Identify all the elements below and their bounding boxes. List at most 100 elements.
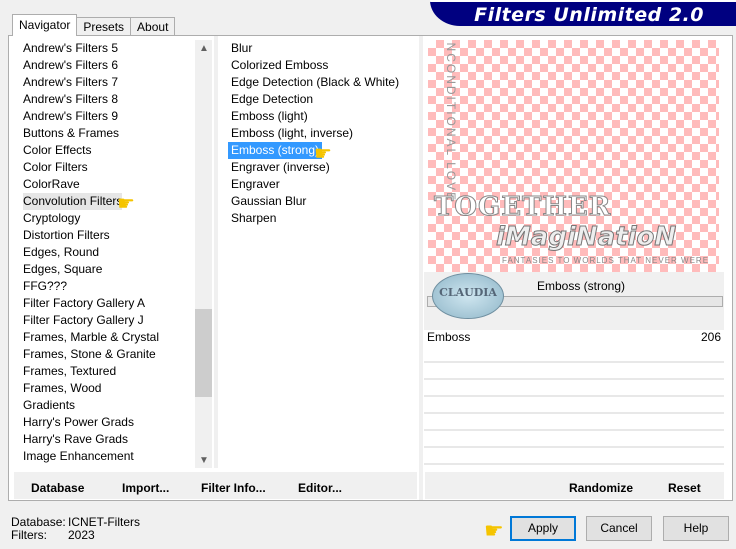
list-item-label: Sharpen xyxy=(231,211,277,225)
import-button[interactable]: Import... xyxy=(122,481,169,495)
list-item-label: Frames, Textured xyxy=(23,364,117,378)
list-item-label: Andrew's Filters 8 xyxy=(23,92,118,106)
app-title-banner: Filters Unlimited 2.0 xyxy=(430,0,736,26)
list-item[interactable]: Emboss (light) xyxy=(226,108,416,125)
list-item[interactable]: Blur xyxy=(226,40,416,57)
help-button[interactable]: Help xyxy=(663,516,729,541)
list-item[interactable]: Gaussian Blur xyxy=(226,193,416,210)
category-list[interactable]: Andrew's Filters 5 Andrew's Filters 6 Andr… xyxy=(9,40,194,468)
list-item[interactable]: Frames, Stone & Granite xyxy=(9,346,194,363)
list-item-label: Andrew's Filters 5 xyxy=(23,41,118,55)
list-item[interactable]: FFG??? xyxy=(9,278,194,295)
status-label: Filters: xyxy=(11,528,47,542)
list-item-label: Frames, Wood xyxy=(23,381,102,395)
status-filters: Filters: 2023 xyxy=(11,528,95,542)
list-item-label: Colorized Emboss xyxy=(231,58,329,72)
list-item-label: Gaussian Blur xyxy=(231,194,307,208)
list-item[interactable]: Frames, Marble & Crystal xyxy=(9,329,194,346)
list-item[interactable]: Distortion Filters xyxy=(9,227,194,244)
list-item[interactable]: Andrew's Filters 5 xyxy=(9,40,194,57)
list-item[interactable]: Cryptology xyxy=(9,210,194,227)
list-item[interactable]: Andrew's Filters 8 xyxy=(9,91,194,108)
list-item[interactable]: Edges, Round xyxy=(9,244,194,261)
list-item-label: Image Enhancement xyxy=(23,449,134,463)
list-item-label: Color Effects xyxy=(23,143,92,157)
randomize-button[interactable]: Randomize xyxy=(569,481,633,495)
list-item-label: Andrew's Filters 9 xyxy=(23,109,118,123)
list-item[interactable]: Emboss (light, inverse) xyxy=(226,125,416,142)
list-item-label: Edge Detection xyxy=(231,92,314,106)
list-item[interactable]: Edges, Square xyxy=(9,261,194,278)
selected-filter-name: Emboss (strong) xyxy=(537,279,626,293)
reset-button[interactable]: Reset xyxy=(668,481,701,495)
list-item[interactable]: Buttons & Frames xyxy=(9,125,194,142)
list-item[interactable]: Andrew's Filters 9 xyxy=(9,108,194,125)
tab-navigator[interactable]: Navigator xyxy=(12,14,78,36)
category-scrollbar[interactable]: ▲ ▼ xyxy=(195,40,212,468)
watermark-logo: CLAUDIA xyxy=(432,273,504,319)
list-item[interactable]: Color Filters xyxy=(9,159,194,176)
list-item[interactable]: Frames, Wood xyxy=(9,380,194,397)
preview-text: iMagiNatioN xyxy=(495,222,677,253)
cancel-button[interactable]: Cancel xyxy=(586,516,652,541)
list-item-label: FFG??? xyxy=(23,279,68,293)
list-item[interactable]: Filter Factory Gallery J xyxy=(9,312,194,329)
chevron-down-icon[interactable]: ▼ xyxy=(199,455,209,466)
status-value: 2023 xyxy=(68,528,95,542)
list-item[interactable]: Andrew's Filters 6 xyxy=(9,57,194,74)
list-item[interactable]: Gradients xyxy=(9,397,194,414)
tab-presets[interactable]: Presets xyxy=(76,17,132,36)
list-item[interactable]: Frames, Textured xyxy=(9,363,194,380)
list-item-label: Emboss (strong) xyxy=(228,142,323,159)
list-item[interactable]: Sharpen xyxy=(226,210,416,227)
parameter-slider-emboss[interactable]: Emboss 206 xyxy=(424,330,724,344)
list-item[interactable]: Filter Factory Gallery A xyxy=(9,295,194,312)
list-item[interactable]: Engraver xyxy=(226,176,416,193)
tab-about[interactable]: About xyxy=(130,17,176,36)
list-item-label: Emboss (light) xyxy=(231,109,308,123)
list-item[interactable]: ColorRave xyxy=(9,176,194,193)
list-item[interactable]: Edge Detection (Black & White) xyxy=(226,74,416,91)
list-item-label: Blur xyxy=(231,41,253,55)
list-item-label: Distortion Filters xyxy=(23,228,110,242)
pointing-hand-icon: ☛ xyxy=(484,518,504,543)
divider xyxy=(214,36,218,468)
list-item-label: Emboss (light, inverse) xyxy=(231,126,354,140)
list-item-label: ColorRave xyxy=(23,177,80,191)
list-item-label: Edges, Round xyxy=(23,245,100,259)
list-item[interactable]: Color Effects xyxy=(9,142,194,159)
preview-image: UNCONDITIONAL LOVE TOGETHER iMagiNatioN … xyxy=(428,40,719,272)
list-item-label: Andrew's Filters 7 xyxy=(23,75,118,89)
editor-button[interactable]: Editor... xyxy=(298,481,342,495)
filter-controls: CLAUDIA Emboss (strong) xyxy=(424,272,724,330)
filter-list[interactable]: Blur Colorized Emboss Edge Detection (Blac… xyxy=(226,40,416,468)
list-item[interactable]: Harry's Rave Grads xyxy=(9,431,194,448)
list-item-label: Frames, Stone & Granite xyxy=(23,347,156,361)
preview-text: TOGETHER xyxy=(433,192,612,223)
list-item-label: Convolution Filters xyxy=(23,193,123,210)
list-item[interactable]: Convolution Filters xyxy=(9,193,194,210)
empty-parameter-rows xyxy=(424,346,724,470)
database-button[interactable]: Database xyxy=(31,481,84,495)
list-item[interactable]: Image Enhancement xyxy=(9,448,194,465)
list-item[interactable]: Edge Detection xyxy=(226,91,416,108)
list-item-label: Edge Detection (Black & White) xyxy=(231,75,400,89)
chevron-up-icon[interactable]: ▲ xyxy=(199,43,209,54)
preview-text: UNCONDITIONAL LOVE xyxy=(444,40,459,203)
filter-info-button[interactable]: Filter Info... xyxy=(201,481,266,495)
list-item[interactable]: Andrew's Filters 7 xyxy=(9,74,194,91)
list-item-label: Harry's Rave Grads xyxy=(23,432,128,446)
list-item-label: Harry's Power Grads xyxy=(23,415,134,429)
list-item-label: Filter Factory Gallery A xyxy=(23,296,146,310)
list-item-label: Frames, Marble & Crystal xyxy=(23,330,160,344)
list-item-label: Filter Factory Gallery J xyxy=(23,313,144,327)
list-item-label: Andrew's Filters 6 xyxy=(23,58,118,72)
list-item[interactable]: Colorized Emboss xyxy=(226,57,416,74)
scrollbar-thumb[interactable] xyxy=(195,309,212,397)
list-item-label: Edges, Square xyxy=(23,262,103,276)
preview-text: FANTASIES TO WORLDS THAT NEVER WERE xyxy=(502,256,710,265)
list-item-label: Engraver xyxy=(231,177,280,191)
status-database: Database: ICNET-Filters xyxy=(11,515,140,529)
list-item[interactable]: Harry's Power Grads xyxy=(9,414,194,431)
apply-button[interactable]: Apply xyxy=(510,516,576,541)
